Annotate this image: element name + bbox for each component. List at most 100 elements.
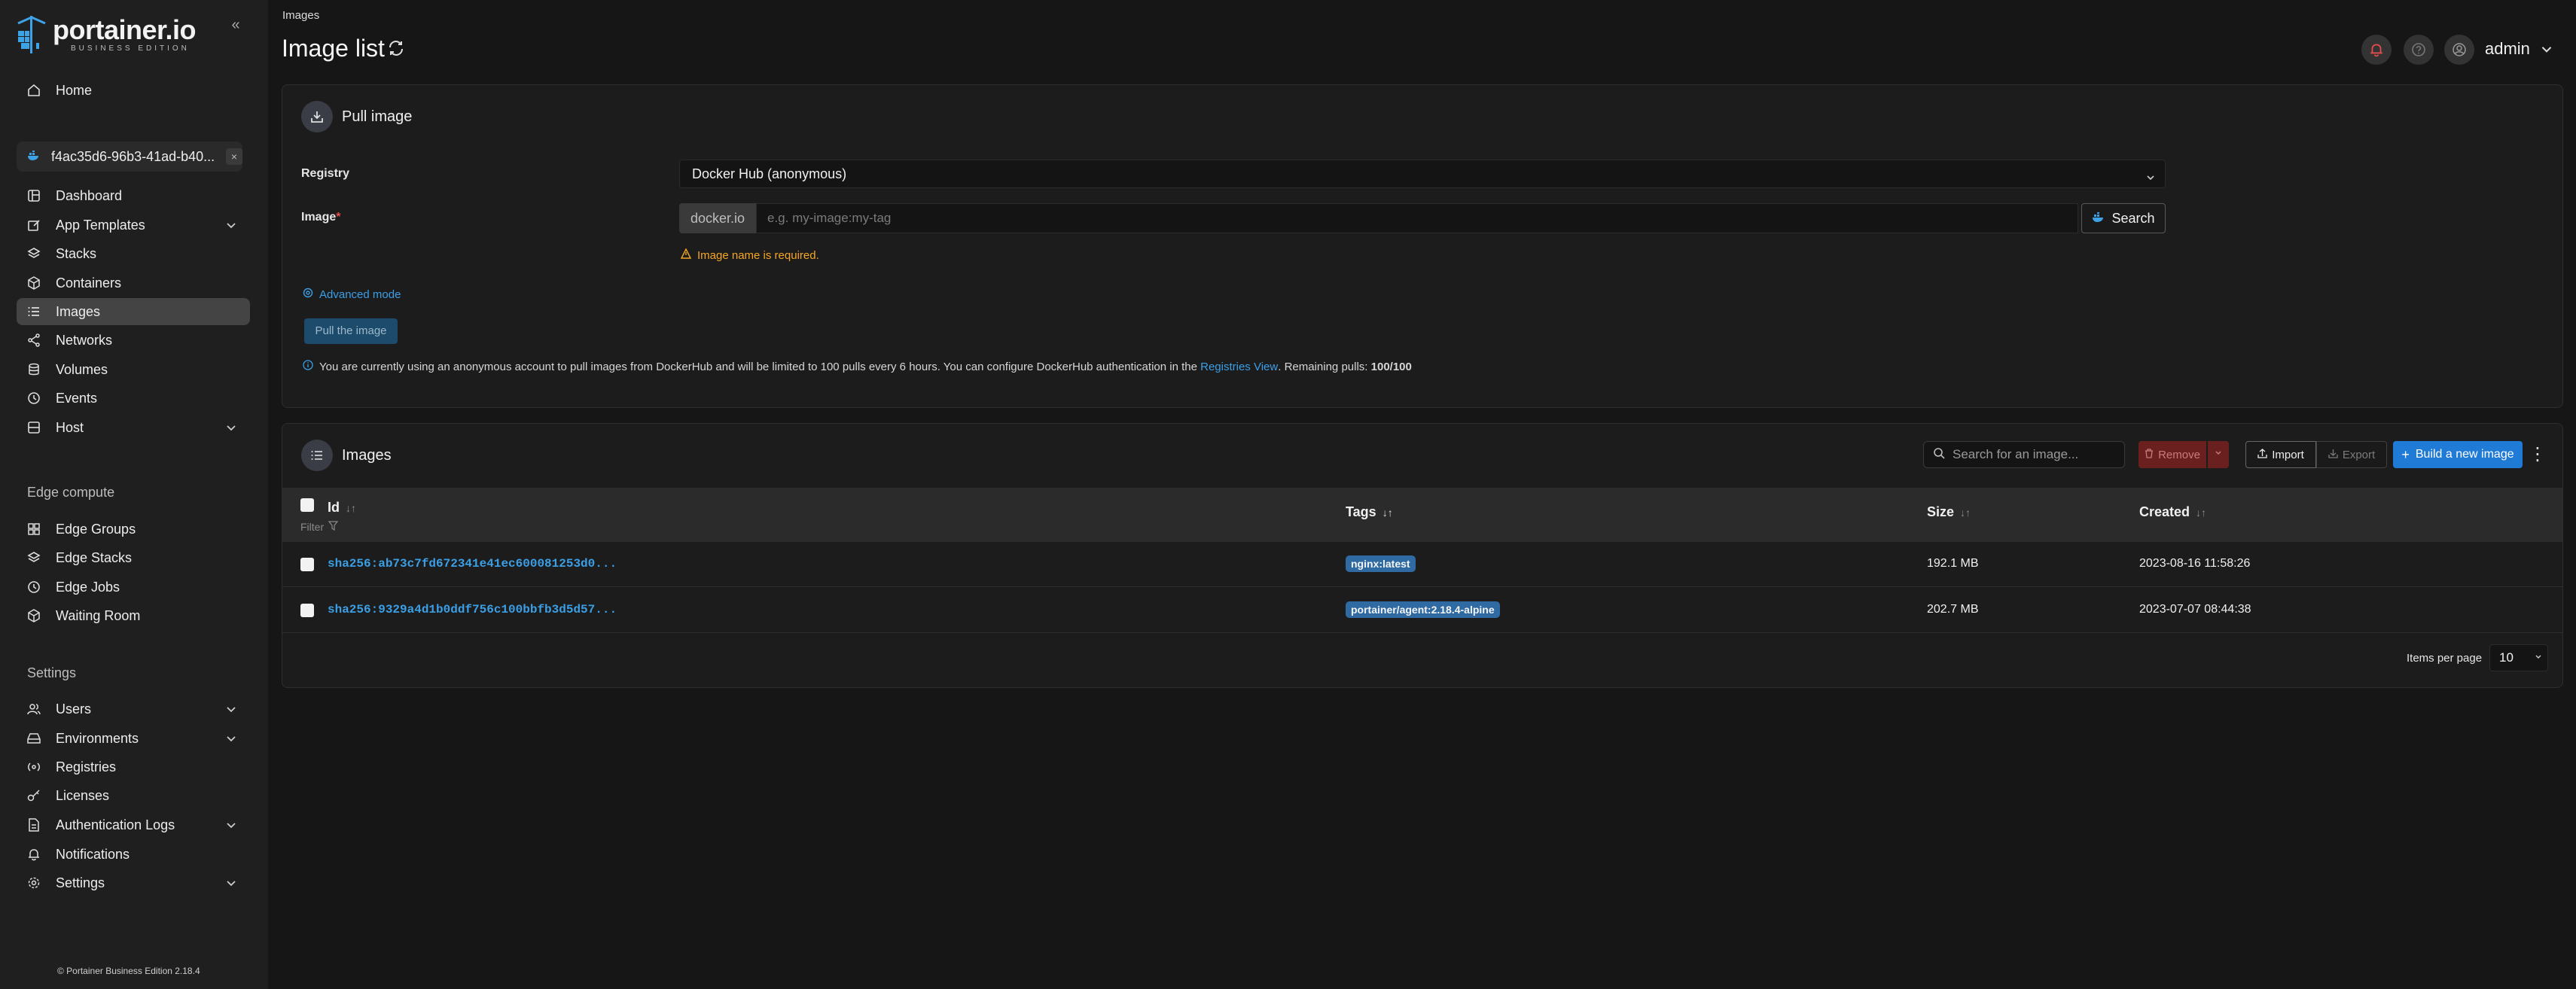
logo-subtitle: BUSINESS EDITION xyxy=(71,44,190,53)
sidebar-item-host[interactable]: Host xyxy=(17,414,250,441)
sidebar-item-containers[interactable]: Containers xyxy=(17,269,250,297)
edit-icon xyxy=(27,218,41,232)
docker-icon xyxy=(27,149,41,165)
sidebar-item-edge-stacks[interactable]: Edge Stacks xyxy=(17,544,250,571)
refresh-icon[interactable] xyxy=(387,39,405,57)
radio-icon xyxy=(27,760,41,774)
sort-icon: ↓↑ xyxy=(1960,506,1971,519)
sidebar-item-label: Containers xyxy=(56,275,122,291)
bell-icon xyxy=(2370,44,2382,57)
image-search-box[interactable] xyxy=(1923,441,2125,468)
chevron-down-icon xyxy=(2534,645,2543,671)
list-icon xyxy=(27,305,41,318)
pull-image-button[interactable]: Pull the image xyxy=(304,318,398,344)
sidebar-item-label: Edge Jobs xyxy=(56,579,120,595)
row-checkbox[interactable] xyxy=(300,604,314,617)
user-name[interactable]: admin xyxy=(2485,39,2530,59)
sidebar-item-label: Registries xyxy=(56,759,117,774)
image-search-input[interactable] xyxy=(1953,447,2118,462)
sidebar-item-notifications[interactable]: Notifications xyxy=(17,841,250,868)
image-label-text: Image xyxy=(301,211,337,224)
sidebar-item-app-templates[interactable]: App Templates xyxy=(17,211,250,239)
sidebar-item-waiting-room[interactable]: Waiting Room xyxy=(17,602,250,629)
id-filter[interactable]: Filter xyxy=(300,521,339,533)
column-created[interactable]: Created ↓↑ xyxy=(2139,504,2206,520)
sidebar-item-home[interactable]: Home xyxy=(17,77,250,104)
close-environment-icon[interactable]: × xyxy=(226,148,242,165)
sort-icon: ↓↑ xyxy=(1382,506,1393,519)
sidebar-item-events[interactable]: Events xyxy=(17,385,250,412)
search-image-button[interactable]: Search xyxy=(2081,203,2166,233)
trash-icon xyxy=(2145,448,2154,461)
column-id-label: Id xyxy=(328,500,340,515)
environment-selector[interactable]: f4ac35d6-96b3-41ad-b40... xyxy=(17,142,242,172)
advanced-mode-link[interactable]: Advanced mode xyxy=(303,288,401,301)
select-all-checkbox[interactable] xyxy=(300,498,314,512)
sidebar-item-environments[interactable]: Environments xyxy=(17,725,250,752)
warning-text: Image name is required. xyxy=(697,248,819,262)
collapse-sidebar-icon[interactable]: « xyxy=(226,17,245,33)
share-icon xyxy=(27,333,41,347)
list-icon xyxy=(301,440,333,471)
chevron-down-icon xyxy=(224,421,238,434)
column-tags[interactable]: Tags ↓↑ xyxy=(1346,504,1393,520)
advanced-mode-text: Advanced mode xyxy=(319,288,401,301)
export-button[interactable]: Export xyxy=(2316,441,2387,468)
column-id[interactable]: Id ↓↑ xyxy=(328,500,356,516)
docker-icon xyxy=(2092,211,2105,227)
sidebar-item-users[interactable]: Users xyxy=(17,695,250,723)
box-icon xyxy=(27,276,41,290)
column-size-label: Size xyxy=(1927,504,1955,519)
sort-icon: ↓↑ xyxy=(346,501,356,514)
image-id-link[interactable]: sha256:ab73c7fd672341e41ec600081253d0... xyxy=(328,557,617,571)
logo-title: portainer.io xyxy=(53,14,197,45)
sidebar-item-label: Events xyxy=(56,390,98,406)
key-icon xyxy=(27,789,41,802)
more-options-icon[interactable]: ⋮ xyxy=(2529,444,2547,465)
sidebar-item-stacks[interactable]: Stacks xyxy=(17,240,250,267)
build-new-image-button[interactable]: + Build a new image xyxy=(2393,441,2523,468)
sidebar-item-volumes[interactable]: Volumes xyxy=(17,356,250,383)
image-name-input[interactable] xyxy=(756,203,2078,233)
chevron-down-icon[interactable] xyxy=(2539,41,2554,56)
help-icon xyxy=(2412,43,2425,56)
sidebar-item-settings[interactable]: Settings xyxy=(17,869,250,896)
required-mark: * xyxy=(336,211,341,224)
plus-icon: + xyxy=(2401,446,2410,462)
images-header: Images xyxy=(301,440,392,471)
remove-button[interactable]: Remove xyxy=(2139,441,2206,468)
sidebar-item-edge-groups[interactable]: Edge Groups xyxy=(17,516,250,543)
sidebar-item-images[interactable]: Images xyxy=(17,298,250,325)
remaining-pulls: 100/100 xyxy=(1370,360,1412,373)
users-icon xyxy=(27,702,41,716)
column-size[interactable]: Size ↓↑ xyxy=(1927,504,1971,520)
sidebar-item-edge-jobs[interactable]: Edge Jobs xyxy=(17,574,250,601)
sidebar-item-label: Licenses xyxy=(56,787,110,803)
export-label: Export xyxy=(2342,448,2376,461)
sidebar-item-licenses[interactable]: Licenses xyxy=(17,782,250,809)
portainer-logo[interactable]: portainer.io BUSINESS EDITION xyxy=(15,14,197,56)
sidebar-item-registries[interactable]: Registries xyxy=(17,753,250,781)
download-icon xyxy=(2328,449,2338,461)
chevron-down-icon xyxy=(224,732,238,745)
sidebar-item-label: Waiting Room xyxy=(56,607,141,623)
registry-select[interactable]: Docker Hub (anonymous) xyxy=(679,160,2166,188)
sidebar-item-label: Settings xyxy=(56,875,105,890)
hard-drive-icon xyxy=(27,732,41,745)
registries-view-link[interactable]: Registries View xyxy=(1200,361,1278,373)
items-per-page-select[interactable]: 10 xyxy=(2489,644,2548,671)
user-icon xyxy=(2453,43,2466,56)
remove-dropdown-toggle[interactable] xyxy=(2208,441,2229,468)
user-avatar[interactable] xyxy=(2444,35,2474,65)
image-created: 2023-07-07 08:44:38 xyxy=(2139,603,2251,616)
help-button[interactable] xyxy=(2404,35,2434,65)
notification-bell-button[interactable] xyxy=(2361,35,2392,65)
row-checkbox[interactable] xyxy=(300,558,314,571)
anonymous-pull-info: You are currently using an anonymous acc… xyxy=(303,360,1412,373)
sidebar-footer: © Portainer Business Edition 2.18.4 xyxy=(57,966,200,976)
image-id-link[interactable]: sha256:9329a4d1b0ddf756c100bbfb3d5d57... xyxy=(328,603,617,616)
sidebar-item-networks[interactable]: Networks xyxy=(17,327,250,354)
import-button[interactable]: Import xyxy=(2245,441,2316,468)
sidebar-item-dashboard[interactable]: Dashboard xyxy=(17,182,250,209)
sidebar-item-authentication-logs[interactable]: Authentication Logs xyxy=(17,811,250,838)
